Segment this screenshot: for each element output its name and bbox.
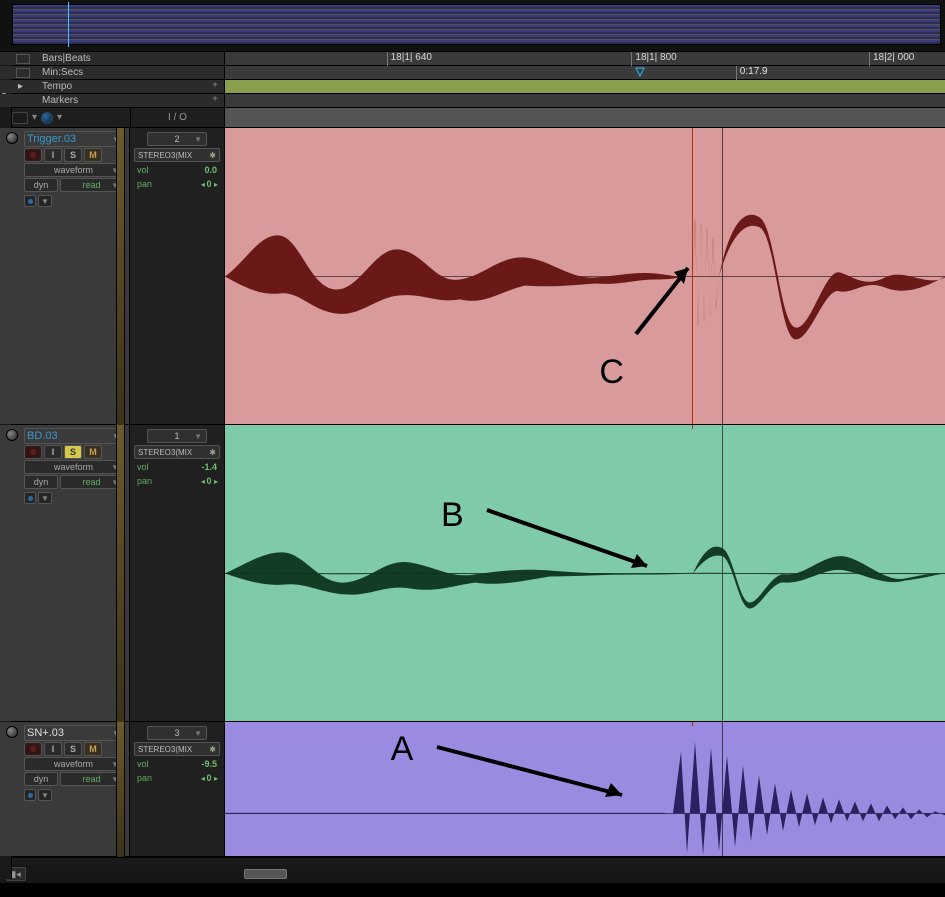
arrow-icon [477, 496, 667, 586]
track-controls: Trigger.03 ▼ I S M waveform▼ dyn read▼ ▼ [0, 128, 130, 424]
track-controls: BD.03 ▼ I S M waveform▼ dyn read▼ ▼ [0, 425, 130, 721]
clip-region[interactable]: A [225, 722, 945, 856]
ruler-label: Markers [42, 95, 78, 106]
add-icon[interactable]: + [212, 80, 218, 91]
ruler-label: Tempo [42, 81, 72, 92]
track-trigger: Trigger.03 ▼ I S M waveform▼ dyn read▼ ▼ [0, 128, 945, 425]
track-name-text: BD.03 [27, 430, 58, 442]
track-view-selector[interactable]: waveform▼ [24, 163, 123, 177]
horizontal-scrollbar[interactable]: ▮◂ [0, 865, 945, 883]
scroll-track[interactable] [230, 867, 945, 881]
overview-waveforms [12, 4, 941, 45]
track-name[interactable]: BD.03 ▼ [24, 428, 123, 444]
insert-selector[interactable]: 2▼ [147, 132, 207, 146]
track-bd: BD.03 ▼ I S M waveform▼ dyn read▼ ▼ [0, 425, 945, 722]
ruler-tick: 18|1| 640 [391, 52, 432, 63]
volume-readout[interactable]: vol 0.0 [134, 164, 220, 176]
elastic-audio-button[interactable]: dyn [24, 475, 58, 489]
ruler-label: Min:Secs [42, 67, 83, 78]
record-arm-button[interactable] [24, 742, 42, 756]
arrow-icon [628, 252, 708, 342]
ruler-label: Bars|Beats [42, 53, 91, 64]
output-path-selector[interactable]: STEREO3(MIX✱ [134, 445, 220, 459]
overview-playhead [68, 2, 69, 47]
input-monitor-button[interactable]: I [44, 148, 62, 162]
arrow-icon [427, 733, 647, 813]
io-panel: 1▼ STEREO3(MIX✱ vol -1.4 pan ◂ 0 ▸ [130, 425, 225, 721]
annotation-b: B [441, 496, 464, 535]
ruler-tempo[interactable]: ▸ Tempo + [0, 80, 945, 94]
record-arm-button[interactable] [24, 445, 42, 459]
insert-selector[interactable]: 3▼ [147, 726, 207, 740]
automation-mode-button[interactable]: read▼ [60, 475, 123, 489]
track-name-text: Trigger.03 [27, 133, 76, 145]
clip-area-header [225, 108, 945, 127]
output-path-selector[interactable]: STEREO3(MIX✱ [134, 148, 220, 162]
elastic-audio-button[interactable]: dyn [24, 772, 58, 786]
timecode-readout: 0:17.9 [740, 66, 768, 77]
chevron-down-icon[interactable]: ▼ [38, 789, 52, 801]
view-filter-icon[interactable] [41, 112, 53, 124]
pan-readout[interactable]: pan ◂ 0 ▸ [134, 772, 220, 784]
ruler-markers[interactable]: Markers + [0, 94, 945, 108]
track-view-selector[interactable]: waveform▼ [24, 757, 123, 771]
track-color-icon[interactable] [6, 429, 18, 441]
track-edge-strip [116, 425, 125, 722]
solo-button[interactable]: S [64, 742, 82, 756]
pan-readout[interactable]: pan ◂ 0 ▸ [134, 475, 220, 487]
ruler-tick: 18|1| 800 [635, 52, 676, 63]
ruler-menu-icon[interactable] [16, 54, 30, 64]
edit-cursor-icon[interactable] [635, 67, 645, 77]
volume-readout[interactable]: vol -1.4 [134, 461, 220, 473]
track-color-icon[interactable] [6, 132, 18, 144]
input-monitor-button[interactable]: I [44, 742, 62, 756]
input-monitor-button[interactable]: I [44, 445, 62, 459]
track-list-header: ▾ ▾ I / O [0, 108, 945, 128]
ruler-min-secs[interactable]: Min:Secs 0:17.9 [0, 66, 945, 80]
chevron-down-icon[interactable]: ▼ [38, 195, 52, 207]
track-name-text: SN+.03 [27, 727, 64, 739]
io-panel: 2▼ STEREO3(MIX✱ vol 0.0 pan ◂ 0 ▸ [130, 128, 225, 424]
automation-mode-button[interactable]: read▼ [60, 178, 123, 192]
elastic-audio-button[interactable]: dyn [24, 178, 58, 192]
volume-readout[interactable]: vol -9.5 [134, 758, 220, 770]
pan-readout[interactable]: pan ◂ 0 ▸ [134, 178, 220, 190]
track-color-icon[interactable] [6, 726, 18, 738]
ruler-menu-icon[interactable] [16, 68, 30, 78]
io-panel: 3▼ STEREO3(MIX✱ vol -9.5 pan ◂ 0 ▸ [130, 722, 225, 856]
mute-button[interactable]: M [84, 445, 102, 459]
track-edge-strip [116, 128, 125, 425]
chevron-down-icon[interactable]: ▼ [38, 492, 52, 504]
track-name[interactable]: SN+.03 ▼ [24, 725, 123, 741]
io-column-header[interactable]: I / O [130, 108, 225, 127]
output-path-selector[interactable]: STEREO3(MIX✱ [134, 742, 220, 756]
track-sn: SN+.03 ▼ I S M waveform▼ dyn read▼ ▼ [0, 722, 945, 857]
add-icon[interactable]: + [212, 94, 218, 105]
track-controls: SN+.03 ▼ I S M waveform▼ dyn read▼ ▼ [0, 722, 130, 856]
mute-button[interactable]: M [84, 742, 102, 756]
track-height-icon[interactable] [12, 112, 28, 124]
annotation-a: A [391, 730, 414, 769]
track-freeze-icon[interactable] [24, 195, 36, 207]
solo-button[interactable]: S [64, 445, 82, 459]
record-arm-button[interactable] [24, 148, 42, 162]
track-edge-strip [116, 722, 125, 857]
ruler-tick: 18|2| 000 [873, 52, 914, 63]
scroll-thumb[interactable] [244, 869, 287, 879]
clip-region[interactable]: C [225, 128, 945, 424]
automation-mode-button[interactable]: read▼ [60, 772, 123, 786]
track-freeze-icon[interactable] [24, 789, 36, 801]
track-freeze-icon[interactable] [24, 492, 36, 504]
ruler-bars-beats[interactable]: Bars|Beats 18|1| 640 18|1| 800 18|2| 000 [0, 52, 945, 66]
track-name[interactable]: Trigger.03 ▼ [24, 131, 123, 147]
annotation-c: C [599, 353, 624, 392]
session-overview[interactable] [0, 0, 945, 52]
waveform [225, 128, 945, 424]
track-view-selector[interactable]: waveform▼ [24, 460, 123, 474]
insert-selector[interactable]: 1▼ [147, 429, 207, 443]
timeline-rulers: Bars|Beats 18|1| 640 18|1| 800 18|2| 000… [0, 52, 945, 108]
clip-region[interactable]: B [225, 425, 945, 721]
solo-button[interactable]: S [64, 148, 82, 162]
mute-button[interactable]: M [84, 148, 102, 162]
